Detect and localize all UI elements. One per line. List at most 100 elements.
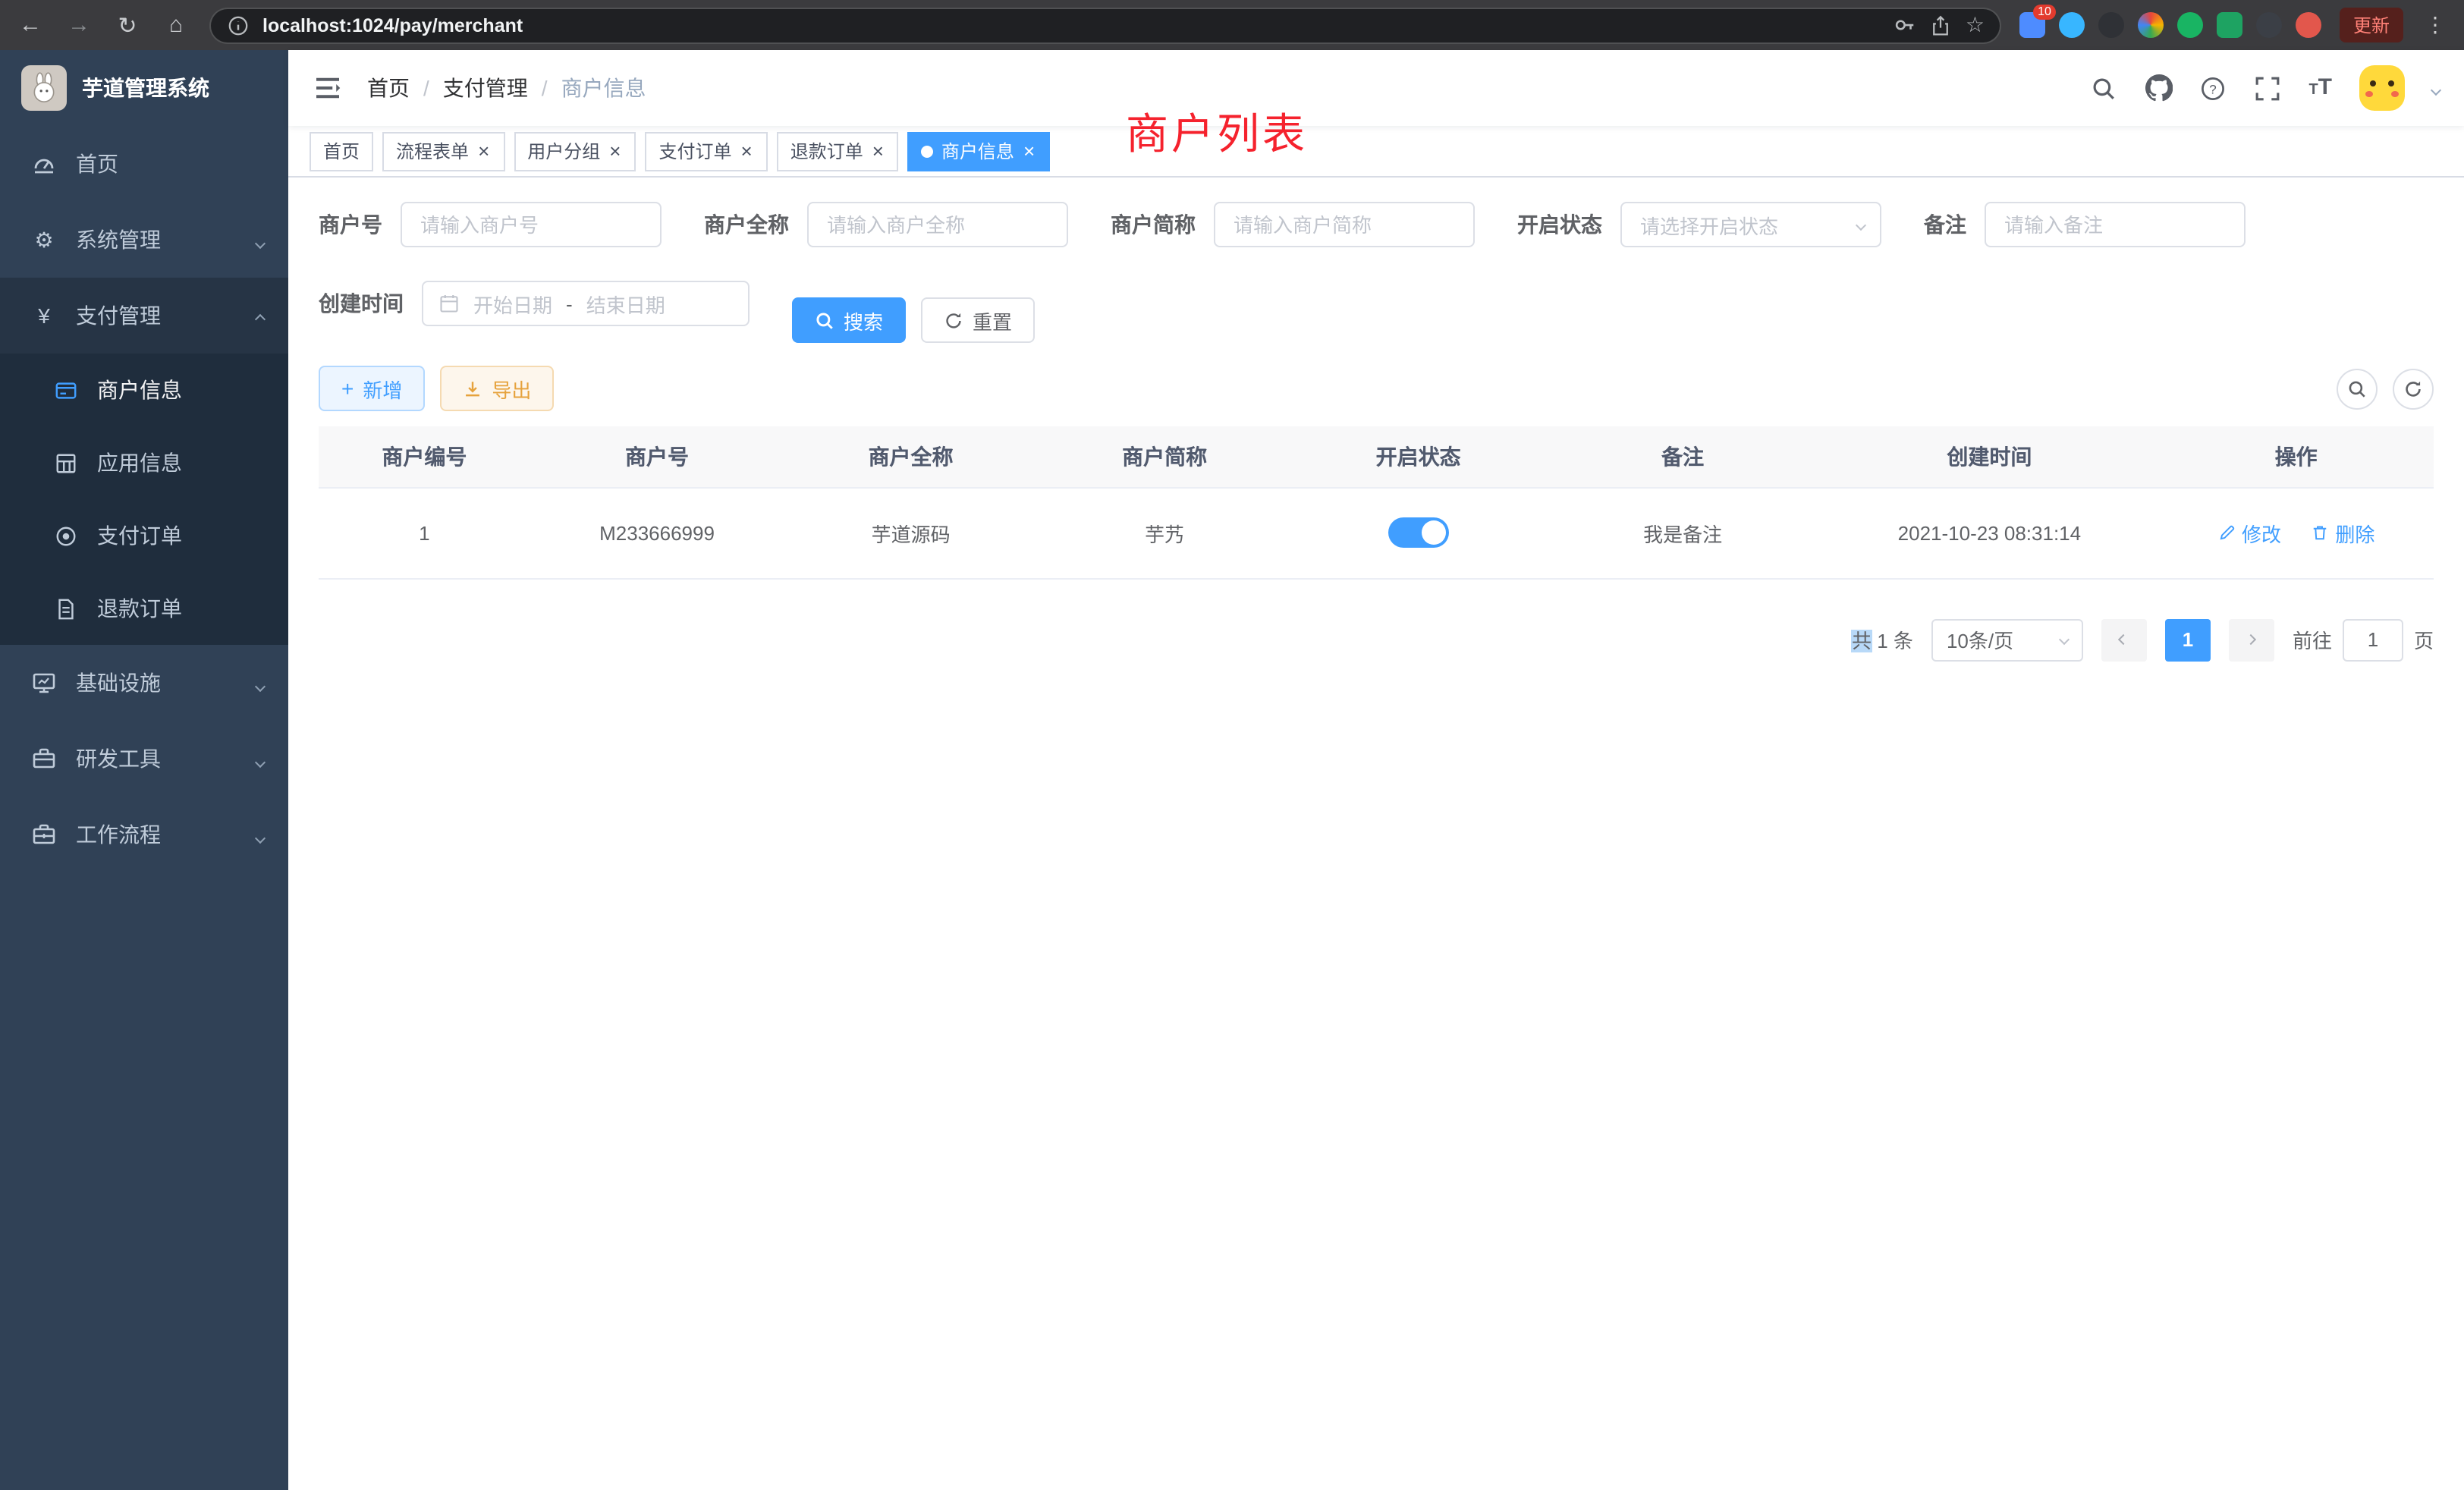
chevron-down-icon <box>256 822 264 847</box>
help-icon[interactable]: ? <box>2199 74 2227 102</box>
delete-link[interactable]: 删除 <box>2311 518 2374 547</box>
goto-page-input[interactable] <box>2343 618 2403 661</box>
refresh-icon <box>2403 379 2423 398</box>
share-icon[interactable] <box>1929 13 1953 37</box>
tab-payment-orders[interactable]: 支付订单 × <box>645 131 767 171</box>
browser-update-button[interactable]: 更新 <box>2340 8 2403 42</box>
github-icon[interactable] <box>2145 74 2172 102</box>
extension-icon[interactable]: 10 <box>2019 12 2045 38</box>
select-placeholder: 请选择开启状态 <box>1640 210 1778 239</box>
app-logo[interactable]: 芋道管理系统 <box>0 50 288 126</box>
sidebar-item-dev-tools[interactable]: 研发工具 <box>0 721 288 797</box>
extension-icon[interactable] <box>2177 12 2203 38</box>
date-end-placeholder: 结束日期 <box>586 289 665 318</box>
prev-page-button[interactable] <box>2101 618 2147 661</box>
password-key-icon[interactable] <box>1893 13 1917 37</box>
merchant-table: 商户编号 商户号 商户全称 商户简称 开启状态 备注 创建时间 操作 1 <box>319 426 2434 579</box>
tab-refund-orders[interactable]: 退款订单 × <box>777 131 899 171</box>
sidebar-item-payment[interactable]: ¥ 支付管理 <box>0 278 288 354</box>
browser-menu-icon[interactable]: ⋮ <box>2422 12 2449 38</box>
next-page-button[interactable] <box>2229 618 2274 661</box>
url-bar[interactable]: localhost:1024/pay/merchant ☆ <box>209 7 2001 43</box>
extension-icon[interactable] <box>2256 12 2282 38</box>
screen: ← → ↻ ⌂ localhost:1024/pay/merchant ☆ 10 <box>0 0 2464 1490</box>
sidebar-item-workflow[interactable]: 工作流程 <box>0 797 288 872</box>
extension-icon[interactable] <box>2138 12 2164 38</box>
filter-row-2: 创建时间 开始日期 - 结束日期 搜索 <box>319 281 2434 360</box>
goto-prefix: 前往 <box>2293 625 2332 654</box>
sidebar-item-merchant-info[interactable]: 商户信息 <box>0 354 288 426</box>
merchant-no-input[interactable] <box>401 202 662 247</box>
close-icon[interactable]: × <box>476 141 491 161</box>
breadcrumb-payment[interactable]: 支付管理 <box>443 73 528 103</box>
breadcrumb: 首页 / 支付管理 / 商户信息 <box>367 73 646 103</box>
cell-merchant-no: M233666999 <box>530 487 784 578</box>
toggle-search-button[interactable] <box>2337 368 2378 409</box>
extension-icon[interactable] <box>2296 12 2321 38</box>
tab-merchant-info[interactable]: 商户信息 × <box>908 131 1050 171</box>
short-name-input[interactable] <box>1214 202 1475 247</box>
sidebar-item-payment-orders[interactable]: 支付订单 <box>0 499 288 572</box>
chevron-down-icon <box>2059 634 2070 645</box>
close-icon[interactable]: × <box>871 141 885 161</box>
breadcrumb-home[interactable]: 首页 <box>367 73 410 103</box>
browser-home-icon[interactable]: ⌂ <box>161 12 191 38</box>
total-count-highlight: 共 <box>1852 630 1872 652</box>
extension-badge: 10 <box>2033 5 2056 20</box>
cell-short-name: 芋艿 <box>1038 487 1292 578</box>
url-text[interactable]: localhost:1024/pay/merchant <box>262 14 1881 36</box>
chevron-down-icon <box>256 228 264 252</box>
refresh-table-button[interactable] <box>2393 368 2434 409</box>
font-size-icon[interactable]: TT <box>2308 74 2332 102</box>
close-icon[interactable]: × <box>1022 141 1036 161</box>
hamburger-icon[interactable] <box>313 73 343 103</box>
search-button-label: 搜索 <box>844 306 883 335</box>
extension-icon[interactable] <box>2059 12 2085 38</box>
browser-forward-icon[interactable]: → <box>64 12 94 38</box>
col-header-full-name: 商户全称 <box>784 426 1038 487</box>
sidebar-item-refund-orders[interactable]: 退款订单 <box>0 572 288 645</box>
site-info-icon[interactable] <box>226 13 250 37</box>
page-content: 商户号 商户全称 商户简称 开启状态 请选择开启状态 <box>288 178 2464 1490</box>
table-toolbar: + 新增 导出 <box>319 366 2434 411</box>
goto-suffix: 页 <box>2414 625 2434 654</box>
tab-process-form[interactable]: 流程表单 × <box>382 131 504 171</box>
export-button[interactable]: 导出 <box>440 366 554 411</box>
browser-reload-icon[interactable]: ↻ <box>112 11 143 39</box>
tags-view: 首页 流程表单 × 用户分组 × 支付订单 × 退款订单 × <box>288 126 2464 178</box>
fullscreen-icon[interactable] <box>2254 74 2281 102</box>
remark-input[interactable] <box>1985 202 2246 247</box>
status-select[interactable]: 请选择开启状态 <box>1620 202 1881 247</box>
chevron-right-icon <box>2246 634 2257 645</box>
tab-home[interactable]: 首页 <box>310 131 373 171</box>
browser-back-icon[interactable]: ← <box>15 12 46 38</box>
page-1-button[interactable]: 1 <box>2165 618 2211 661</box>
full-name-input[interactable] <box>807 202 1068 247</box>
sidebar-item-home[interactable]: 首页 <box>0 126 288 202</box>
sidebar-item-label: 工作流程 <box>76 819 161 850</box>
edit-link[interactable]: 修改 <box>2217 518 2281 547</box>
date-range-picker[interactable]: 开始日期 - 结束日期 <box>422 281 750 326</box>
close-icon[interactable]: × <box>608 141 622 161</box>
col-header-short-name: 商户简称 <box>1038 426 1292 487</box>
add-button[interactable]: + 新增 <box>319 366 425 411</box>
sidebar-item-app-info[interactable]: 应用信息 <box>0 426 288 499</box>
cell-created: 2021-10-23 08:31:14 <box>1820 487 2158 578</box>
sidebar-item-system[interactable]: ⚙ 系统管理 <box>0 202 288 278</box>
search-icon[interactable] <box>2090 74 2117 102</box>
sidebar-item-infrastructure[interactable]: 基础设施 <box>0 645 288 721</box>
sidebar-item-label: 商户信息 <box>97 375 182 405</box>
extension-icon[interactable] <box>2098 12 2124 38</box>
search-button[interactable]: 搜索 <box>792 297 906 343</box>
bookmark-star-icon[interactable]: ☆ <box>1966 12 1985 38</box>
status-toggle[interactable] <box>1388 517 1449 548</box>
page-size-select[interactable]: 10条/页 <box>1931 618 2083 661</box>
extension-icon[interactable] <box>2217 12 2242 38</box>
close-icon[interactable]: × <box>740 141 754 161</box>
cell-status <box>1291 487 1545 578</box>
chevron-down-icon[interactable] <box>2432 74 2440 102</box>
tab-user-group[interactable]: 用户分组 × <box>514 131 636 171</box>
calendar-icon <box>438 293 460 314</box>
reset-button[interactable]: 重置 <box>921 297 1035 343</box>
avatar[interactable] <box>2359 65 2405 111</box>
